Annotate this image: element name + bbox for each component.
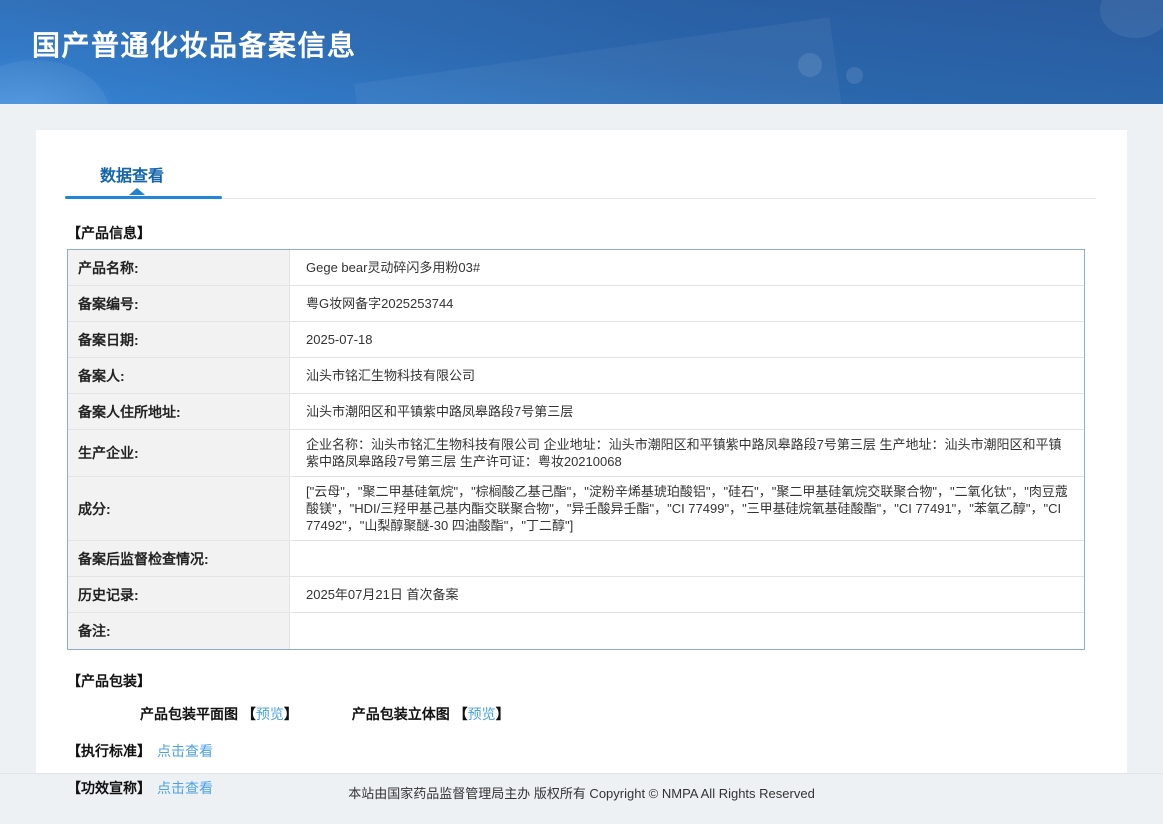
packaging-stereo-item: 产品包装立体图 【预览】 <box>352 704 510 724</box>
row-value: 汕头市潮阳区和平镇紫中路凤皋路段7号第三层 <box>306 404 574 419</box>
bracket-close: 】 <box>283 706 298 722</box>
row-label: 生产企业: <box>68 430 290 476</box>
page-title: 国产普通化妆品备案信息 <box>32 30 357 61</box>
content-card: 数据查看 【产品信息】 产品名称: Gege bear灵动碎闪多用粉03# 备案… <box>36 130 1127 796</box>
row-label: 历史记录: <box>68 577 290 612</box>
row-registrant: 备案人: 汕头市铭汇生物科技有限公司 <box>68 358 1084 394</box>
row-ingredients: 成分: ["云母"，"聚二甲基硅氧烷"，"棕榈酸乙基己酯"，"淀粉辛烯基琥珀酸铝… <box>68 477 1084 541</box>
bracket-open: 【 <box>453 706 468 722</box>
banner-decoration-circle <box>846 67 863 84</box>
packaging-flat-item: 产品包装平面图 【预览】 <box>140 704 298 724</box>
section-title-product-info: 【产品信息】 <box>67 225 151 241</box>
section-title-packaging: 【产品包装】 <box>67 673 151 689</box>
row-registration-date: 备案日期: 2025-07-18 <box>68 322 1084 358</box>
product-info-table: 产品名称: Gege bear灵动碎闪多用粉03# 备案编号: 粤G妆网备字20… <box>67 249 1085 650</box>
row-label: 备案人住所地址: <box>68 394 290 429</box>
row-remarks: 备注: <box>68 613 1084 649</box>
packaging-flat-label: 产品包装平面图 <box>140 706 242 722</box>
row-manufacturer: 生产企业: 企业名称：汕头市铭汇生物科技有限公司 企业地址：汕头市潮阳区和平镇紫… <box>68 430 1084 477</box>
standard-view-link[interactable]: 点击查看 <box>157 743 213 759</box>
row-value: 2025-07-18 <box>306 332 373 347</box>
standard-row: 【执行标准】 点击查看 <box>67 741 1096 761</box>
banner-decoration-circle <box>798 53 822 77</box>
row-registration-number: 备案编号: 粤G妆网备字2025253744 <box>68 286 1084 322</box>
packaging-flat-preview-link[interactable]: 预览 <box>256 706 284 722</box>
row-label: 备案编号: <box>68 286 290 321</box>
banner-decoration-circle <box>1100 0 1163 38</box>
efficacy-label: 【功效宣称】 <box>67 780 151 796</box>
row-value: 粤G妆网备字2025253744 <box>306 296 454 311</box>
footer-copyright-text: 本站由国家药品监督管理局主办 版权所有 Copyright © NMPA All… <box>348 786 815 801</box>
row-registrant-address: 备案人住所地址: 汕头市潮阳区和平镇紫中路凤皋路段7号第三层 <box>68 394 1084 430</box>
row-label: 备注: <box>68 613 290 649</box>
bracket-close: 】 <box>495 706 510 722</box>
banner-decoration-circle <box>0 60 110 104</box>
page-body: 数据查看 【产品信息】 产品名称: Gege bear灵动碎闪多用粉03# 备案… <box>0 104 1163 796</box>
row-value: Gege bear灵动碎闪多用粉03# <box>306 260 481 275</box>
page-banner: 国产普通化妆品备案信息 <box>0 0 1163 104</box>
row-supervision-check: 备案后监督检查情况: <box>68 541 1084 577</box>
row-history: 历史记录: 2025年07月21日 首次备案 <box>68 577 1084 613</box>
efficacy-view-link[interactable]: 点击查看 <box>157 780 213 796</box>
row-label: 备案人: <box>68 358 290 393</box>
banner-decoration-shape <box>353 17 847 104</box>
row-label: 产品名称: <box>68 250 290 285</box>
tab-active-underline <box>65 188 222 199</box>
packaging-stereo-label: 产品包装立体图 <box>351 706 454 722</box>
tab-bar: 数据查看 <box>65 162 1096 199</box>
tab-caret-icon <box>129 188 145 195</box>
bracket-open: 【 <box>241 706 256 722</box>
row-value <box>290 613 1084 649</box>
row-value: 汕头市铭汇生物科技有限公司 <box>306 368 476 383</box>
row-value: 企业名称：汕头市铭汇生物科技有限公司 企业地址：汕头市潮阳区和平镇紫中路凤皋路段… <box>306 437 1062 469</box>
tab-rule <box>65 188 1096 199</box>
packaging-row: 产品包装平面图 【预览】 产品包装立体图 【预览】 <box>67 704 1096 724</box>
row-value: 2025年07月21日 首次备案 <box>306 587 459 602</box>
row-product-name: 产品名称: Gege bear灵动碎闪多用粉03# <box>68 250 1084 286</box>
row-label: 备案日期: <box>68 322 290 357</box>
standard-label: 【执行标准】 <box>67 743 151 759</box>
row-label: 成分: <box>68 477 290 540</box>
row-value <box>290 541 1084 576</box>
row-label: 备案后监督检查情况: <box>68 541 290 576</box>
row-value: ["云母"，"聚二甲基硅氧烷"，"棕榈酸乙基己酯"，"淀粉辛烯基琥珀酸铝"，"硅… <box>306 484 1068 533</box>
packaging-stereo-preview-link[interactable]: 预览 <box>468 706 496 722</box>
